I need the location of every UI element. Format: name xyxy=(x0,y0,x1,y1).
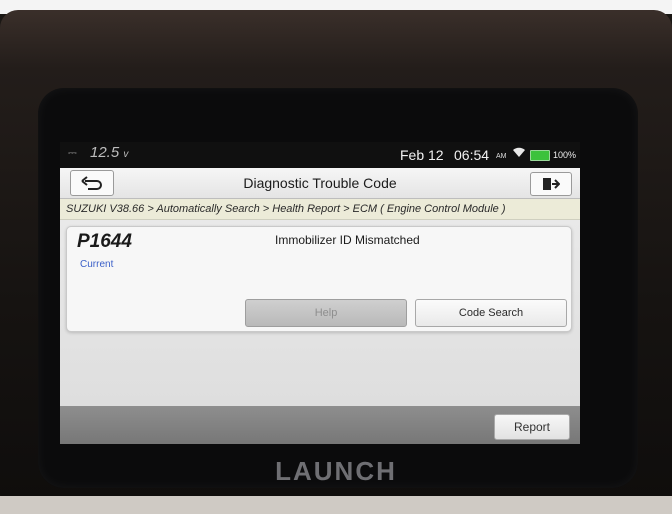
breadcrumb: SUZUKI V38.66 > Automatically Search > H… xyxy=(60,199,580,220)
title-bar: Diagnostic Trouble Code xyxy=(60,168,580,199)
dtc-status: Current xyxy=(80,259,114,270)
status-date: Feb 12 xyxy=(400,147,444,163)
dtc-list: P1644 Current Immobilizer ID Mismatched … xyxy=(60,220,580,406)
dtc-description: Immobilizer ID Mismatched xyxy=(275,233,420,247)
page-title: Diagnostic Trouble Code xyxy=(243,175,397,191)
dtc-card: P1644 Current Immobilizer ID Mismatched … xyxy=(66,226,572,332)
status-time: 06:54 xyxy=(454,147,490,163)
ambient-background-bottom xyxy=(0,496,672,514)
footer-bar: Report xyxy=(60,406,580,444)
dtc-code: P1644 xyxy=(77,231,132,252)
battery-percent: 100% xyxy=(553,150,577,160)
battery-voltage-icon: ⎓ xyxy=(68,147,77,159)
wifi-icon xyxy=(512,146,526,161)
exit-button[interactable] xyxy=(530,172,572,196)
device-brand-logo: LAUNCH xyxy=(275,456,397,486)
battery-icon xyxy=(530,150,550,161)
report-button[interactable]: Report xyxy=(494,414,570,440)
exit-icon xyxy=(543,178,560,190)
code-search-button[interactable]: Code Search xyxy=(415,299,567,327)
status-bar: ⎓ 12.5 v Feb 12 06:54 AM 100% xyxy=(60,142,580,168)
battery-voltage: 12.5 v xyxy=(90,144,129,161)
device-screen: ⎓ 12.5 v Feb 12 06:54 AM 100% Diagnostic… xyxy=(60,142,580,444)
status-ampm: AM xyxy=(496,153,507,160)
help-button[interactable]: Help xyxy=(245,299,407,327)
